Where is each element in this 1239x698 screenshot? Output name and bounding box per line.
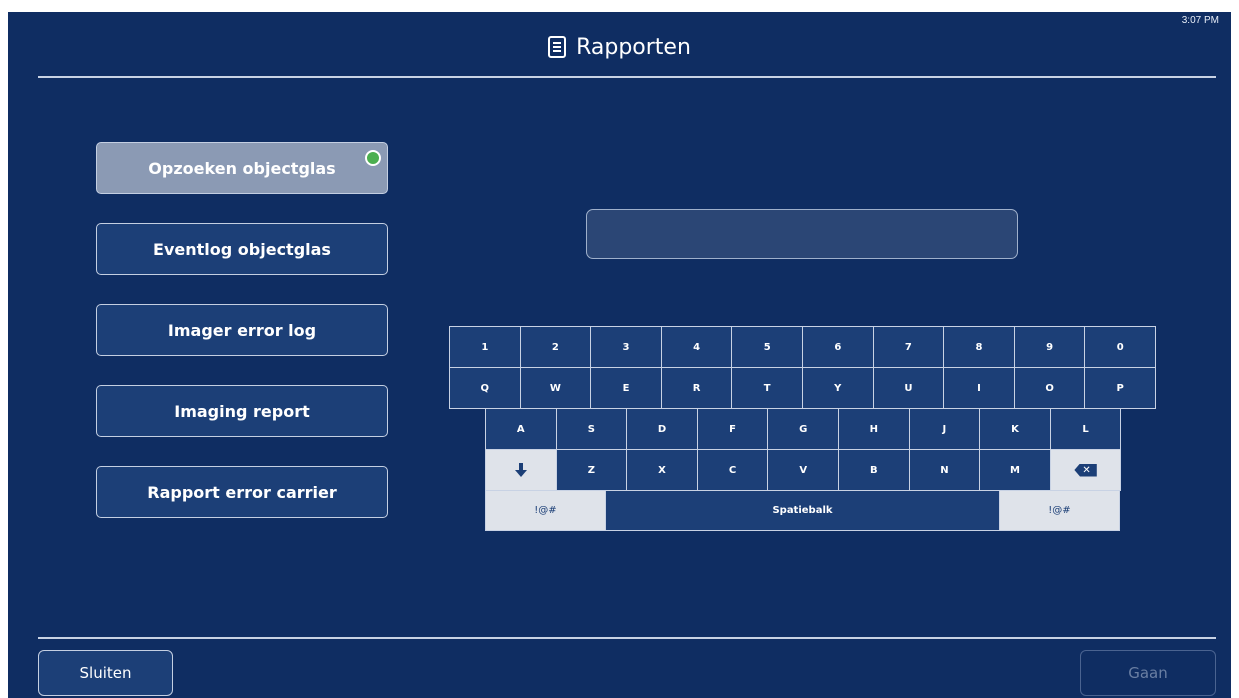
key-p[interactable]: P [1084,367,1156,409]
key-j[interactable]: J [908,408,981,450]
menu-label: Rapport error carrier [147,482,337,502]
key-m[interactable]: M [979,449,1051,491]
key-c[interactable]: C [696,449,769,491]
key-0[interactable]: 0 [1084,326,1156,368]
space-key[interactable]: Spatiebalk [605,490,1000,531]
report-document-icon [548,36,567,58]
footer-divider [38,637,1216,639]
menu-label: Eventlog objectglas [153,239,331,259]
search-input[interactable] [586,209,1018,259]
key-u[interactable]: U [872,367,945,409]
key-s[interactable]: S [555,408,628,450]
app-screen: 3:07 PM Rapporten Opzoeken objectglas Ev… [8,12,1231,698]
clock: 3:07 PM [1181,15,1219,26]
key-3[interactable]: 3 [590,326,662,368]
menu-opzoeken-objectglas-button[interactable]: Opzoeken objectglas [96,142,388,194]
key-o[interactable]: O [1013,367,1086,409]
symbols-left-key[interactable]: !@# [485,490,606,531]
key-4[interactable]: 4 [660,326,733,368]
close-button[interactable]: Sluiten [38,650,173,696]
key-i[interactable]: I [943,367,1015,409]
key-z[interactable]: Z [555,449,628,491]
menu-imager-error-log-button[interactable]: Imager error log [96,304,388,356]
key-t[interactable]: T [731,367,803,409]
key-y[interactable]: Y [802,367,874,409]
key-a[interactable]: A [485,408,557,450]
key-v[interactable]: V [767,449,839,491]
key-l[interactable]: L [1049,408,1122,450]
key-d[interactable]: D [626,408,698,450]
key-x[interactable]: X [626,449,698,491]
key-9[interactable]: 9 [1013,326,1086,368]
key-5[interactable]: 5 [731,326,803,368]
page-title: Rapporten [576,34,691,60]
header-divider [38,76,1216,78]
backspace-icon: ✕ [1074,463,1097,477]
key-h[interactable]: H [838,408,910,450]
key-8[interactable]: 8 [943,326,1015,368]
key-2[interactable]: 2 [519,326,592,368]
symbols-right-key[interactable]: !@# [999,490,1120,531]
menu-eventlog-objectglas-button[interactable]: Eventlog objectglas [96,223,388,275]
backspace-key[interactable]: ✕ [1049,449,1122,491]
key-n[interactable]: N [908,449,981,491]
key-e[interactable]: E [590,367,662,409]
selected-check-icon [365,150,381,166]
key-q[interactable]: Q [449,367,521,409]
key-f[interactable]: F [696,408,769,450]
menu-label: Opzoeken objectglas [148,158,336,178]
go-button[interactable]: Gaan [1080,650,1216,696]
key-b[interactable]: B [838,449,910,491]
key-w[interactable]: W [519,367,592,409]
key-1[interactable]: 1 [449,326,521,368]
key-7[interactable]: 7 [872,326,945,368]
menu-rapport-error-carrier-button[interactable]: Rapport error carrier [96,466,388,518]
key-6[interactable]: 6 [802,326,874,368]
menu-label: Imager error log [167,320,317,340]
down-arrow-icon [514,463,527,477]
menu-label: Imaging report [174,401,310,421]
key-r[interactable]: R [660,367,733,409]
shift-key[interactable] [485,449,557,491]
page-header: Rapporten [8,30,1231,64]
menu-imaging-report-button[interactable]: Imaging report [96,385,388,437]
key-k[interactable]: K [979,408,1051,450]
key-g[interactable]: G [767,408,839,450]
